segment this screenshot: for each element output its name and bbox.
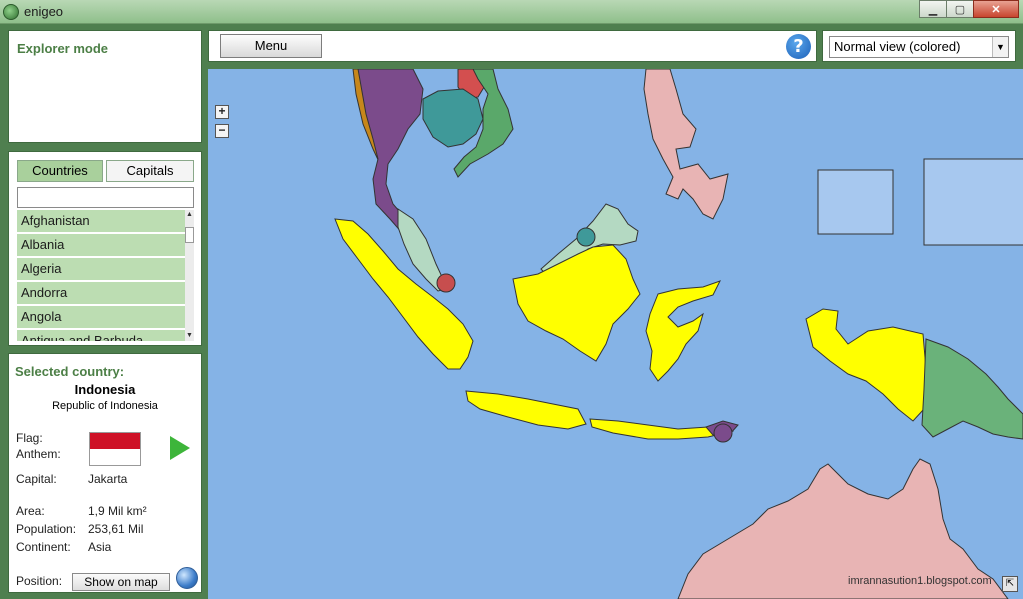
maximize-button[interactable]: ▢ xyxy=(946,0,974,18)
country-official-name: Republic of Indonesia xyxy=(52,400,158,412)
area-value: 1,9 Mil km² xyxy=(88,504,147,518)
reset-view-icon[interactable]: ⇱ xyxy=(1002,576,1018,592)
explorer-panel: Explorer mode xyxy=(8,30,202,143)
thailand-shape[interactable] xyxy=(357,69,424,238)
capital-label: Capital: xyxy=(16,472,57,486)
globe-icon[interactable] xyxy=(176,567,198,589)
inset-box-left xyxy=(817,169,894,235)
capital-marker-kuala-lumpur[interactable] xyxy=(436,273,456,293)
selected-country-heading: Selected country: xyxy=(15,364,125,379)
zoom-out-button[interactable]: − xyxy=(215,124,229,138)
country-flag xyxy=(89,432,141,466)
view-mode-select[interactable]: Normal view (colored) ▼ xyxy=(829,36,1009,58)
title-bar: enigeo ▁ ▢ ✕ xyxy=(0,0,1023,24)
country-list-panel: Countries Capitals Afghanistan Albania A… xyxy=(8,151,202,346)
list-item[interactable]: Albania xyxy=(17,234,185,256)
capital-value: Jakarta xyxy=(88,472,128,486)
app-icon xyxy=(3,4,19,20)
tab-countries[interactable]: Countries xyxy=(17,160,103,182)
list-item[interactable]: Angola xyxy=(17,306,185,328)
flag-red-stripe xyxy=(90,433,140,449)
list-item[interactable]: Antigua and Barbuda xyxy=(17,330,185,341)
list-scrollbar[interactable]: ▲ ▼ xyxy=(185,210,194,341)
country-name: Indonesia xyxy=(74,382,136,397)
toolbar: Menu ? xyxy=(208,30,817,62)
inset-box-right xyxy=(923,158,1023,246)
continent-label: Continent: xyxy=(16,540,71,554)
papua-shape[interactable] xyxy=(805,308,927,422)
window-title: enigeo xyxy=(24,4,64,19)
list-item[interactable]: Andorra xyxy=(17,282,185,304)
search-input[interactable] xyxy=(17,187,194,208)
capital-marker-bandar-seri-begawan[interactable] xyxy=(576,227,596,247)
kalimantan-shape[interactable] xyxy=(512,244,641,362)
scroll-up-icon[interactable]: ▲ xyxy=(185,210,194,220)
watermark: imrannasution1.blogspot.com xyxy=(848,575,992,587)
close-button[interactable]: ✕ xyxy=(973,0,1019,18)
scroll-thumb[interactable] xyxy=(185,227,194,243)
population-value: 253,61 Mil xyxy=(88,522,144,536)
window-controls: ▁ ▢ ✕ xyxy=(919,0,1019,18)
position-label: Position: xyxy=(16,574,63,588)
tab-capitals[interactable]: Capitals xyxy=(106,160,194,182)
sulawesi-shape[interactable] xyxy=(645,280,722,382)
map-canvas[interactable] xyxy=(208,69,1023,599)
country-info-panel: Selected country: Indonesia Republic of … xyxy=(8,353,202,593)
show-on-map-button[interactable]: Show on map xyxy=(72,573,170,591)
play-anthem-icon[interactable] xyxy=(170,436,190,460)
population-label: Population: xyxy=(16,522,77,536)
view-mode-value: Normal view (colored) xyxy=(834,39,961,54)
png-shape[interactable] xyxy=(921,338,1023,440)
cambodia-shape[interactable] xyxy=(422,88,484,148)
capital-marker-dili[interactable] xyxy=(713,423,733,443)
flag-label: Flag: xyxy=(16,431,43,445)
minimize-button[interactable]: ▁ xyxy=(919,0,947,18)
map-area[interactable]: + − imrannasution1.blogspot.com ⇱ xyxy=(208,69,1023,599)
chevron-down-icon[interactable]: ▼ xyxy=(992,37,1008,57)
help-icon[interactable]: ? xyxy=(786,34,811,59)
java-shape[interactable] xyxy=(465,390,587,430)
area-label: Area: xyxy=(16,504,45,518)
country-list: Afghanistan Albania Algeria Andorra Ango… xyxy=(17,210,185,341)
anthem-label: Anthem: xyxy=(16,447,61,461)
continent-value: Asia xyxy=(88,540,112,554)
zoom-in-button[interactable]: + xyxy=(215,105,229,119)
flag-white-stripe xyxy=(90,449,140,465)
explorer-mode-title: Explorer mode xyxy=(17,41,109,56)
scroll-down-icon[interactable]: ▼ xyxy=(185,331,194,341)
list-item[interactable]: Afghanistan xyxy=(17,210,185,232)
view-panel: Normal view (colored) ▼ xyxy=(822,30,1016,62)
list-item[interactable]: Algeria xyxy=(17,258,185,280)
menu-button[interactable]: Menu xyxy=(220,34,322,58)
philippines-shape[interactable] xyxy=(643,69,729,220)
